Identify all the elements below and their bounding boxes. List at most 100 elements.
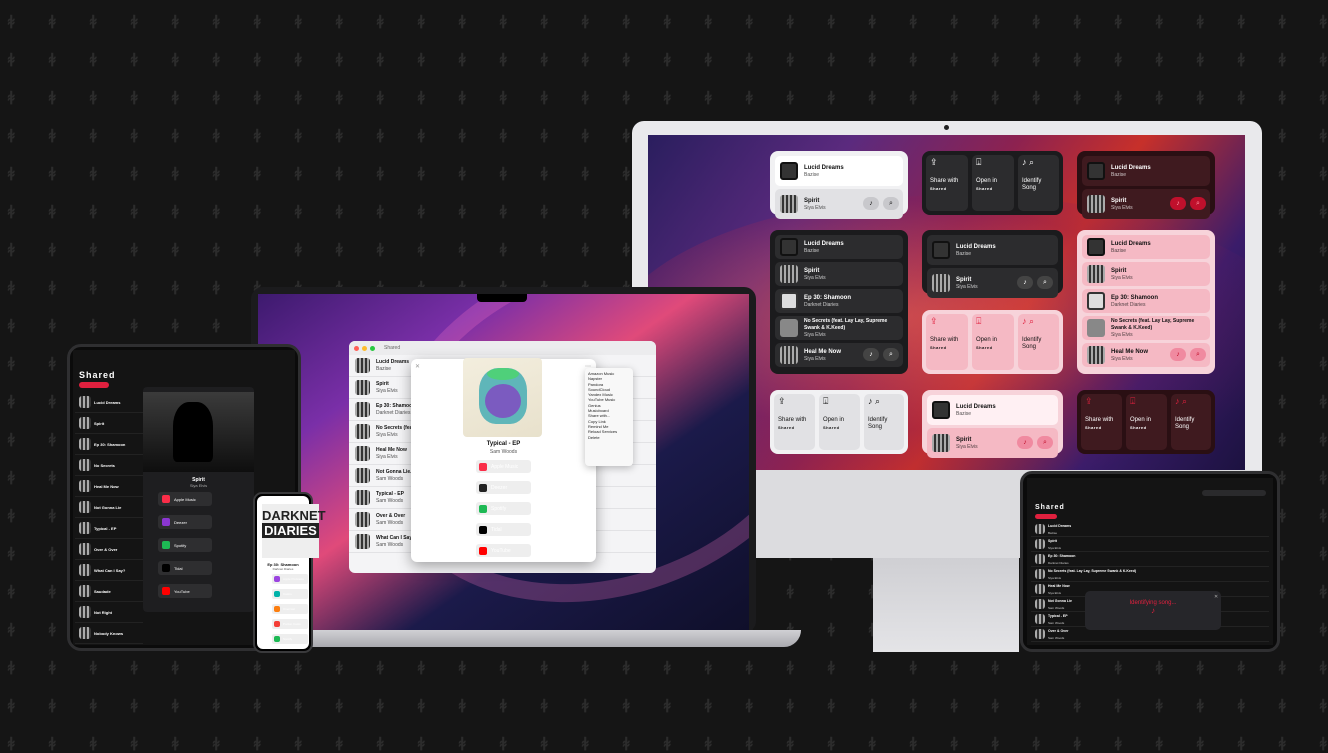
- widget-item[interactable]: Spirit Siya Elvis: [775, 262, 903, 286]
- identify-song-button[interactable]: ♪ ⌕ Identify Song: [1018, 155, 1059, 211]
- open-in-shared-button[interactable]: ⍗ Open in Shared: [1126, 394, 1167, 450]
- widget-item[interactable]: Lucid Dreams Bazise: [927, 235, 1058, 265]
- spotify-button[interactable]: Spotify: [158, 538, 212, 552]
- list-item[interactable]: Not Gonna Lie: [75, 497, 143, 518]
- list-item[interactable]: Lucid Dreams Bazise: [1031, 522, 1269, 537]
- list-item[interactable]: Over & Over: [75, 539, 143, 560]
- open-in-shared-button[interactable]: ⍗ Open in Shared: [972, 155, 1014, 211]
- widget-item[interactable]: Lucid Dreams Bazise: [1082, 235, 1210, 259]
- list-item[interactable]: No Secrets: [75, 455, 143, 476]
- open-in-shared-button[interactable]: ⍗ Open in Shared: [819, 394, 860, 450]
- list-item[interactable]: Heal Me Now: [75, 476, 143, 497]
- widget-item[interactable]: Lucid Dreams Bazise: [927, 395, 1058, 425]
- search-field[interactable]: [1202, 490, 1266, 496]
- shazam-icon[interactable]: ♪: [863, 348, 879, 361]
- menu-item[interactable]: Delete: [588, 435, 630, 440]
- background-logo-pattern: ꬸ: [1197, 89, 1204, 109]
- pocket-casts-button[interactable]: Pocket Casts: [272, 619, 308, 629]
- widget-item[interactable]: Spirit Siya Elvis ♪ ⌕: [927, 428, 1058, 458]
- list-item[interactable]: What Can I Say?: [75, 560, 143, 581]
- list-item[interactable]: Emotion: [75, 644, 143, 645]
- search-icon[interactable]: ⌕: [1190, 348, 1206, 361]
- close-window-button[interactable]: [354, 345, 359, 351]
- widget-item[interactable]: Spirit Siya Elvis: [1082, 262, 1210, 286]
- list-item[interactable]: No Secrets (feat. Lay Lay, Supreme Swank…: [1031, 567, 1269, 582]
- apple-music-button[interactable]: Apple Music: [476, 460, 531, 473]
- list-item[interactable]: Not Right: [75, 602, 143, 623]
- close-icon[interactable]: ✕: [415, 363, 420, 370]
- list-item[interactable]: Saudade: [75, 581, 143, 602]
- list-item[interactable]: Ep 30: Shamoon: [75, 434, 143, 455]
- widget-item[interactable]: Heal Me Now Siya Elvis ♪ ⌕: [775, 343, 903, 367]
- search-icon[interactable]: ⌕: [883, 348, 899, 361]
- deezer-button[interactable]: Deezer: [476, 481, 531, 494]
- apple-podcasts-button[interactable]: Apple Podcasts: [272, 574, 308, 584]
- widget-dark-large[interactable]: Lucid Dreams Bazise Spirit Siya Elvis Ep 3…: [770, 230, 908, 374]
- widget-dark-recent[interactable]: Lucid Dreams Bazise Spirit Siya Elvis ♪ ⌕: [922, 230, 1063, 298]
- minimize-window-button[interactable]: [362, 345, 367, 351]
- shazam-icon[interactable]: ♪: [1017, 276, 1033, 289]
- tidal-button[interactable]: Tidal: [476, 523, 531, 536]
- song-title: Typical - EP: [376, 491, 404, 497]
- search-icon[interactable]: ⌕: [1037, 436, 1053, 449]
- background-logo-pattern: ꬸ: [49, 735, 56, 753]
- youtube-button[interactable]: YouTube: [158, 584, 212, 598]
- widget-item[interactable]: Spirit Siya Elvis ♪ ⌕: [1082, 189, 1210, 219]
- widget-item[interactable]: Ep 30: Shamoon Darknet Diaries: [1082, 289, 1210, 313]
- search-icon[interactable]: ⌕: [883, 197, 899, 210]
- song-artist: Bazise: [804, 171, 820, 178]
- shazam-icon[interactable]: ♪: [1170, 348, 1186, 361]
- list-item[interactable]: Spirit: [75, 413, 143, 434]
- background-logo-pattern: ꬸ: [377, 51, 384, 71]
- castro-button[interactable]: Castro: [272, 589, 308, 599]
- background-logo-pattern: ꬸ: [418, 89, 425, 109]
- widget-item[interactable]: Spirit Siya Elvis ♪ ⌕: [927, 268, 1058, 298]
- share-with-shared-button[interactable]: ⇪ Share with Shared: [774, 394, 815, 450]
- shazam-icon[interactable]: ♪: [1170, 197, 1186, 210]
- widget-red-recent[interactable]: Lucid Dreams Bazise Spirit Siya Elvis ♪ ⌕: [1077, 151, 1215, 219]
- shazam-icon[interactable]: ♪: [1017, 436, 1033, 449]
- apple-music-button[interactable]: Apple Music: [158, 492, 212, 506]
- widget-item[interactable]: Lucid Dreams Bazise: [1082, 156, 1210, 186]
- widget-item[interactable]: No Secrets (feat. Lay Lay, Supreme Swank…: [775, 316, 903, 340]
- list-item[interactable]: Spirit Siya Elvis: [1031, 537, 1269, 552]
- widget-item[interactable]: Lucid Dreams Bazise: [775, 235, 903, 259]
- share-with-shared-button[interactable]: ⇪ Share with Shared: [1081, 394, 1122, 450]
- spotify-button[interactable]: Spotify: [272, 634, 308, 644]
- open-in-shared-button[interactable]: ⍗ Open in Shared: [972, 314, 1014, 370]
- deezer-button[interactable]: Deezer: [158, 515, 212, 529]
- background-logo-pattern: ꬸ: [172, 279, 179, 299]
- search-icon[interactable]: ⌕: [1037, 276, 1053, 289]
- album-art: [1087, 162, 1105, 180]
- spotify-button[interactable]: Spotify: [476, 502, 531, 515]
- album-art: [1035, 524, 1045, 534]
- share-with-shared-button[interactable]: ⇪ Share with Shared: [926, 155, 968, 211]
- youtube-button[interactable]: YouTube: [476, 544, 531, 557]
- identify-song-button[interactable]: ♪ ⌕ Identify Song: [1171, 394, 1211, 450]
- widget-pink-recent[interactable]: Lucid Dreams Bazise Spirit Siya Elvis ♪ ⌕: [922, 390, 1063, 458]
- widget-item[interactable]: No Secrets (feat. Lay Lay, Supreme Swank…: [1082, 316, 1210, 340]
- share-with-shared-button[interactable]: ⇪ Share with Shared: [926, 314, 968, 370]
- filter-pill[interactable]: [1035, 514, 1057, 519]
- overcast-button[interactable]: Overcast: [272, 604, 308, 614]
- identify-song-button[interactable]: ♪ ⌕ Identify Song: [864, 394, 904, 450]
- tidal-button[interactable]: Tidal: [158, 561, 212, 575]
- shazam-icon[interactable]: ♪: [863, 197, 879, 210]
- list-item[interactable]: Ep 30: Shamoon Darknet Diaries: [1031, 552, 1269, 567]
- zoom-window-button[interactable]: [370, 345, 375, 351]
- widget-pink-large[interactable]: Lucid Dreams Bazise Spirit Siya Elvis Ep 3…: [1077, 230, 1215, 374]
- list-item[interactable]: Typical - EP: [75, 518, 143, 539]
- widget-item[interactable]: Heal Me Now Siya Elvis ♪ ⌕: [1082, 343, 1210, 367]
- widget-item[interactable]: Spirit Siya Elvis ♪ ⌕: [775, 189, 903, 219]
- background-logo-pattern: ꬸ: [213, 165, 220, 185]
- filter-pill[interactable]: [79, 382, 109, 388]
- widget-item[interactable]: Ep 30: Shamoon Darknet Diaries: [775, 289, 903, 313]
- close-icon[interactable]: ✕: [1214, 594, 1218, 600]
- search-icon[interactable]: ⌕: [1190, 197, 1206, 210]
- widget-light-recent[interactable]: Lucid Dreams Bazise Spirit Siya Elvis ♪ ⌕: [770, 151, 908, 219]
- list-item[interactable]: Lucid Dreams: [75, 392, 143, 413]
- song-title: Spirit: [1048, 538, 1057, 543]
- widget-item[interactable]: Lucid Dreams Bazise: [775, 156, 903, 186]
- identify-song-button[interactable]: ♪ ⌕ Identify Song: [1018, 314, 1059, 370]
- list-item[interactable]: Nobody Knows: [75, 623, 143, 644]
